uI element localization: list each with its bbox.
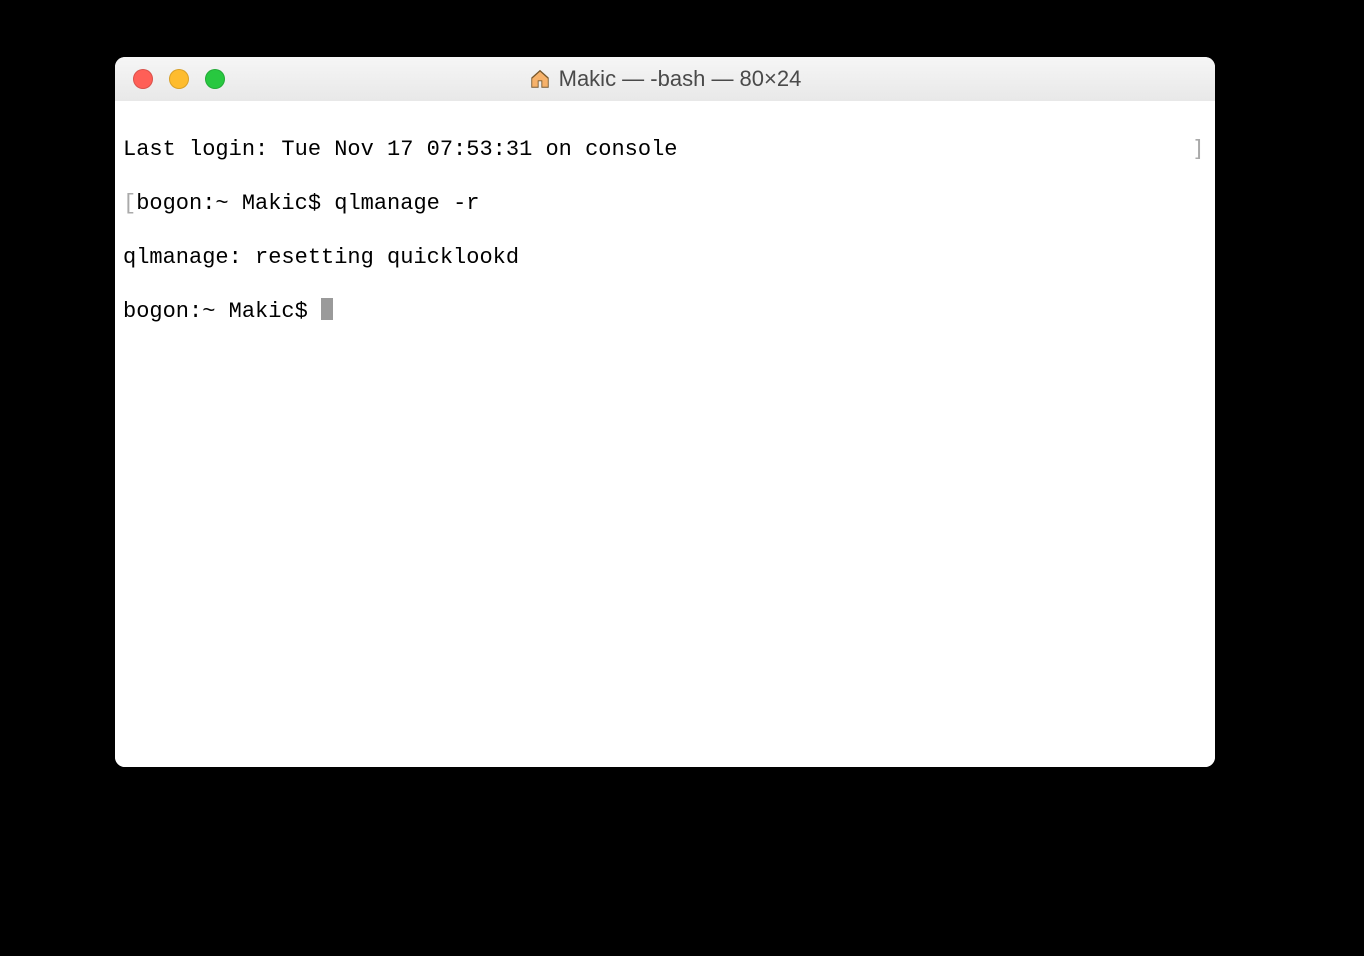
command-text: qlmanage -r — [334, 191, 479, 216]
home-icon — [529, 68, 551, 90]
window-title: Makic — -bash — 80×24 — [559, 66, 802, 92]
traffic-lights — [115, 69, 225, 89]
prompt: bogon:~ Makic$ — [123, 299, 321, 324]
terminal-line: [bogon:~ Makic$ qlmanage -r — [123, 190, 1207, 217]
terminal-text[interactable]: Last login: Tue Nov 17 07:53:31 on conso… — [115, 101, 1215, 406]
terminal-line: bogon:~ Makic$ — [123, 298, 1207, 325]
terminal-window: Makic — -bash — 80×24 Last login: Tue No… — [115, 57, 1215, 767]
bracket-close: ] — [1192, 136, 1205, 163]
close-button[interactable] — [133, 69, 153, 89]
terminal-content[interactable]: Last login: Tue Nov 17 07:53:31 on conso… — [115, 101, 1215, 767]
cursor-block — [321, 298, 333, 320]
terminal-line: qlmanage: resetting quicklookd — [123, 244, 1207, 271]
minimize-button[interactable] — [169, 69, 189, 89]
window-title-wrap: Makic — -bash — 80×24 — [115, 66, 1215, 92]
titlebar[interactable]: Makic — -bash — 80×24 — [115, 57, 1215, 102]
zoom-button[interactable] — [205, 69, 225, 89]
terminal-line: Last login: Tue Nov 17 07:53:31 on conso… — [123, 136, 1207, 163]
prompt: bogon:~ Makic$ — [136, 191, 334, 216]
bracket-open: [ — [123, 191, 136, 216]
